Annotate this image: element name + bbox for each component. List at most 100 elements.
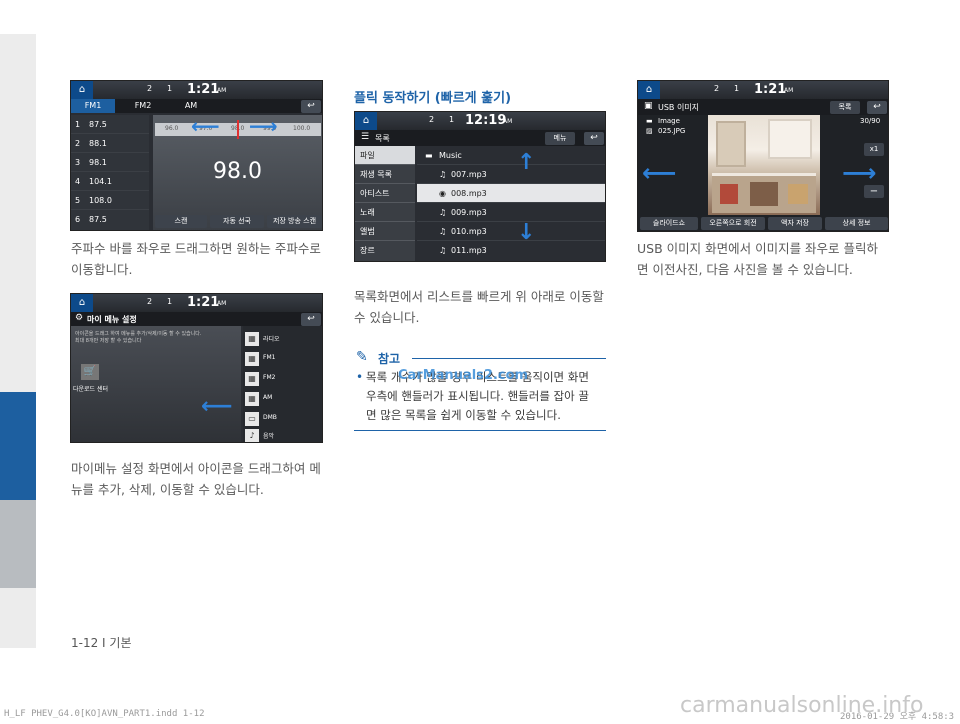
preset-freq: 104.1: [89, 177, 112, 186]
music-note-icon: ♫: [439, 227, 447, 236]
scale-label: 100.0: [293, 125, 311, 132]
list-item-selected[interactable]: ◉ 008.mp3: [417, 184, 605, 203]
preset-row[interactable]: 1 87.5: [71, 115, 149, 134]
list-button[interactable]: 목록: [830, 101, 860, 114]
menu-button[interactable]: 메뉴: [545, 132, 575, 145]
file-name: 007.mp3: [451, 170, 487, 179]
menu-slot-music[interactable]: ♪ 음악: [245, 428, 315, 442]
radio-screenshot: ⌂ 2 1 1:21 AM FM1 FM2 AM ↩ 1 87.5 2 88.1 3…: [70, 80, 323, 231]
arrow-up-icon: ↑: [517, 150, 536, 175]
back-icon[interactable]: ↩: [301, 313, 321, 326]
arrow-left-icon: ⟵: [201, 394, 233, 419]
title-bar: ▣ USB 이미지 목록 ↩: [638, 99, 888, 115]
status-ch2: 2: [147, 84, 153, 93]
arrow-left-icon: ⟵: [191, 114, 220, 138]
rotate-right-button[interactable]: 오른쪽으로 회전: [701, 217, 765, 230]
frequency-bar[interactable]: 96.0 97.0 98.0 99.0 100.0: [155, 120, 321, 139]
pencil-icon: ✎: [356, 349, 368, 365]
file-name: 025.JPG: [658, 127, 686, 135]
tab-file[interactable]: 파일: [355, 146, 415, 165]
screen-title: USB 이미지: [658, 103, 700, 112]
help-line: 최대 8개만 저장 할 수 있습니다: [75, 338, 142, 344]
menu-slot-radio[interactable]: ▦ 라디오: [245, 330, 315, 348]
preset-row[interactable]: 4 104.1: [71, 172, 149, 191]
list-item[interactable]: ♫ 010.mp3: [417, 222, 605, 241]
status-time: 1:21: [187, 295, 220, 310]
band-tabs: FM1 FM2 AM ↩: [71, 99, 322, 113]
auto-store-button[interactable]: 자동 선국: [210, 215, 264, 228]
image-counter: 30/90: [860, 117, 881, 125]
tab-album[interactable]: 앨범: [355, 222, 415, 241]
photo-basket: [750, 182, 778, 206]
status-time: 1:21: [754, 82, 787, 97]
list-item[interactable]: ♫ 011.mp3: [417, 241, 605, 260]
preset-scan-button[interactable]: 저장 방송 스캔: [267, 215, 322, 228]
details-button[interactable]: 상세 정보: [825, 217, 888, 230]
home-icon[interactable]: ⌂: [355, 112, 377, 130]
back-icon[interactable]: ↩: [584, 132, 604, 145]
preset-freq: 108.0: [89, 196, 112, 205]
arrow-right-icon: ⟶: [249, 114, 278, 138]
zoom-indicator[interactable]: x1: [864, 143, 884, 156]
usb-icon: ▣: [644, 101, 653, 111]
menu-slot-fm2[interactable]: ▦ FM2: [245, 370, 315, 388]
list-item[interactable]: ♫ 007.mp3: [417, 165, 605, 184]
usb-image-screenshot: ⌂ 2 1 1:21 AM ▣ USB 이미지 목록 ↩ ▬ Image ▨ 0…: [637, 80, 889, 232]
site-watermark: carmanualsonline.info: [680, 693, 924, 718]
list-caption: 목록화면에서 리스트를 빠르게 위 아래로 이동할 수 있습니다.: [354, 286, 610, 328]
back-icon[interactable]: ↩: [301, 100, 321, 113]
image-file-icon: ▨: [646, 127, 653, 135]
radio-icon: ▦: [245, 332, 259, 346]
note-bottom-rule: [354, 430, 606, 431]
category-tabs: 파일 재생 목록 아티스트 노래 앨범 장르: [355, 146, 415, 261]
file-name: 010.mp3: [451, 227, 487, 236]
play-icon: ◉: [439, 189, 446, 198]
file-name: 009.mp3: [451, 208, 487, 217]
tuner-panel: 96.0 97.0 98.0 99.0 100.0 ⟵ ⟶ 98.0 스캔 자동…: [153, 114, 322, 230]
side-tab-light-bottom: [0, 588, 36, 648]
status-ch2: 2: [147, 297, 153, 306]
preset-freq: 87.5: [89, 120, 107, 129]
scan-button[interactable]: 스캔: [155, 215, 207, 228]
status-ampm: AM: [217, 300, 227, 307]
preset-list: 1 87.5 2 88.1 3 98.1 4 104.1 5 108.0 6 87.5: [71, 115, 149, 230]
music-note-icon: ♫: [439, 246, 447, 255]
preset-row[interactable]: 6 87.5: [71, 210, 149, 229]
menu-slot-label: DMB: [263, 414, 277, 421]
caption-line: 이동합니다.: [71, 262, 133, 277]
mymenu-caption: 마이메뉴 설정 화면에서 아이콘을 드래그하여 메 뉴를 추가, 삭제, 이동할…: [71, 458, 327, 500]
tab-am[interactable]: AM: [171, 99, 211, 113]
download-center-icon[interactable]: 🛒: [81, 364, 99, 380]
preset-freq: 87.5: [89, 215, 107, 224]
screen-title: 목록: [375, 134, 390, 143]
home-icon[interactable]: ⌂: [638, 81, 660, 99]
music-note-icon: ♫: [439, 170, 447, 179]
page-number: 1-12 I 기본: [71, 636, 132, 650]
screen-title: 마이 메뉴 설정: [87, 315, 137, 324]
save-frame-button[interactable]: 액자 저장: [768, 217, 822, 230]
back-icon[interactable]: ↩: [867, 101, 887, 114]
list-item[interactable]: ♫ 009.mp3: [417, 203, 605, 222]
menu-slot-label: 음악: [263, 433, 275, 440]
home-icon[interactable]: ⌂: [71, 294, 93, 312]
menu-slot-label: 라디오: [263, 336, 280, 343]
menu-slot-fm1[interactable]: ▦ FM1: [245, 350, 315, 368]
tab-artist[interactable]: 아티스트: [355, 184, 415, 203]
preset-row[interactable]: 3 98.1: [71, 153, 149, 172]
tab-fm1[interactable]: FM1: [71, 99, 115, 113]
tab-fm2[interactable]: FM2: [123, 99, 163, 113]
preset-row[interactable]: 5 108.0: [71, 191, 149, 210]
tab-playlist[interactable]: 재생 목록: [355, 165, 415, 184]
preset-row[interactable]: 2 88.1: [71, 134, 149, 153]
caption-line: 면 이전사진, 다음 사진을 볼 수 있습니다.: [637, 262, 853, 277]
tab-genre[interactable]: 장르: [355, 241, 415, 260]
preset-freq: 88.1: [89, 139, 107, 148]
tab-song[interactable]: 노래: [355, 203, 415, 222]
folder-item[interactable]: ▬ Music: [417, 146, 605, 165]
home-icon[interactable]: ⌂: [71, 81, 93, 99]
preset-num: 1: [75, 120, 81, 129]
photo-basket: [720, 184, 738, 204]
slideshow-button[interactable]: 슬라이드쇼: [640, 217, 698, 230]
menu-slot-am[interactable]: ▦ AM: [245, 390, 315, 408]
menu-slot-dmb[interactable]: ▭ DMB: [245, 410, 315, 428]
